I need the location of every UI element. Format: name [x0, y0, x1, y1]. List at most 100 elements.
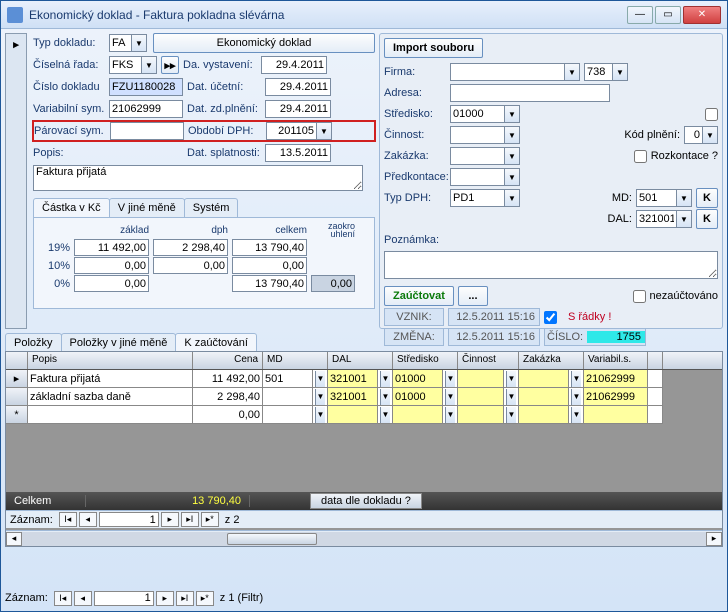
cell-varsym[interactable]	[584, 406, 648, 424]
zaklad-19[interactable]	[74, 239, 149, 256]
minimize-button[interactable]: —	[627, 6, 653, 24]
zaklad-0[interactable]	[74, 275, 149, 292]
nezauc-check[interactable]	[633, 290, 646, 303]
table-row[interactable]: ▸ Faktura přijatá 11 492,00 501▼ 321001▼…	[6, 370, 722, 388]
celkem-0[interactable]	[232, 275, 307, 292]
parsym-input[interactable]	[110, 122, 184, 140]
close-button[interactable]: ✕	[683, 6, 721, 24]
scroll-left-icon[interactable]: ◂	[6, 532, 22, 546]
chevron-down-icon[interactable]: ▼	[504, 127, 519, 143]
typdph-select[interactable]: ▼	[450, 189, 520, 207]
cell-cinn[interactable]	[458, 388, 504, 406]
zauctovat-button[interactable]: Zaúčtovat	[384, 286, 454, 306]
cell-dal-dd[interactable]: ▼	[378, 370, 393, 388]
zaokr[interactable]	[311, 275, 355, 292]
cell-zakaz[interactable]	[519, 388, 569, 406]
scroll-track[interactable]	[22, 532, 706, 546]
cell-cinn[interactable]	[458, 406, 504, 424]
chevron-down-icon[interactable]: ▼	[504, 148, 519, 164]
cell-dal[interactable]: 321001	[328, 370, 378, 388]
sradky-check[interactable]	[544, 311, 557, 324]
col-popis[interactable]: Popis	[28, 352, 193, 369]
cell-md[interactable]: 501	[263, 370, 313, 388]
col-cena[interactable]: Cena	[193, 352, 263, 369]
tab-polozky[interactable]: Položky	[5, 333, 62, 352]
cell-dal[interactable]	[328, 406, 378, 424]
cell-zakaz[interactable]	[519, 370, 569, 388]
cell-popis[interactable]: základní sazba daně	[28, 388, 193, 406]
stredisko-check[interactable]	[705, 108, 718, 121]
cell-zakaz[interactable]	[519, 406, 569, 424]
datzd-input[interactable]	[265, 100, 331, 118]
outer-nav-first[interactable]: I◂	[54, 591, 72, 606]
firma-select[interactable]: ▼	[450, 63, 580, 81]
outer-nav-last[interactable]: ▸I	[176, 591, 194, 606]
chevron-down-icon[interactable]: ▼	[504, 190, 519, 206]
chevron-down-icon[interactable]: ▼	[504, 169, 519, 185]
cell-cinn-dd[interactable]: ▼	[504, 406, 519, 424]
cisrada-select[interactable]: ▼	[109, 56, 157, 74]
cell-popis[interactable]	[28, 406, 193, 424]
kodpl-select[interactable]: ▼	[684, 126, 718, 144]
datspl-input[interactable]	[265, 144, 331, 162]
cell-md-dd[interactable]: ▼	[313, 370, 328, 388]
md-k-button[interactable]: K	[696, 188, 718, 208]
nav-last-button[interactable]: ▸I	[181, 512, 199, 527]
data-dle-dokladu-button[interactable]: data dle dokladu ?	[310, 493, 422, 509]
cell-cinn-dd[interactable]: ▼	[504, 370, 519, 388]
stredisko-select[interactable]: ▼	[450, 105, 520, 123]
cell-md-dd[interactable]: ▼	[313, 406, 328, 424]
zaklad-10[interactable]	[74, 257, 149, 274]
col-dal[interactable]: DAL	[328, 352, 393, 369]
obddph-select[interactable]: ▼	[266, 122, 332, 140]
col-stredisko[interactable]: Středisko	[393, 352, 458, 369]
chevron-down-icon[interactable]: ▼	[564, 64, 579, 80]
chevron-down-icon[interactable]: ▼	[504, 106, 519, 122]
col-zakazka[interactable]: Zakázka	[519, 352, 584, 369]
table-row[interactable]: základní sazba daně 2 298,40 ▼ 321001▼ 0…	[6, 388, 722, 406]
cell-cena[interactable]: 11 492,00	[193, 370, 263, 388]
cell-md[interactable]	[263, 388, 313, 406]
tab-castka-kc[interactable]: Částka v Kč	[33, 198, 110, 217]
maximize-button[interactable]: ▭	[655, 6, 681, 24]
dal-select[interactable]: ▼	[636, 210, 692, 228]
nav-next-button[interactable]: ▸	[161, 512, 179, 527]
cell-zakaz-dd[interactable]: ▼	[569, 388, 584, 406]
davyst-input[interactable]	[261, 56, 327, 74]
celkem-10[interactable]	[232, 257, 307, 274]
outer-nav-prev[interactable]: ◂	[74, 591, 92, 606]
poznamka-input[interactable]	[384, 251, 718, 279]
cell-varsym[interactable]: 21062999	[584, 388, 648, 406]
cell-dal-dd[interactable]: ▼	[378, 406, 393, 424]
row-selector[interactable]: ▸	[6, 370, 28, 388]
tab-polozky-jina-mena[interactable]: Položky v jiné měně	[61, 333, 177, 352]
dph-19[interactable]	[153, 239, 228, 256]
col-md[interactable]: MD	[263, 352, 328, 369]
chevron-down-icon[interactable]: ▼	[612, 64, 627, 80]
datucet-input[interactable]	[265, 78, 331, 96]
cell-zakaz-dd[interactable]: ▼	[569, 370, 584, 388]
firma-num-select[interactable]: ▼	[584, 63, 628, 81]
cell-varsym[interactable]: 21062999	[584, 370, 648, 388]
grid-h-scrollbar[interactable]: ◂ ▸	[6, 530, 722, 546]
rozkontace-check[interactable]	[634, 150, 647, 163]
row-selector[interactable]	[6, 388, 28, 406]
cell-stred-dd[interactable]: ▼	[443, 388, 458, 406]
nav-first-button[interactable]: I◂	[59, 512, 77, 527]
table-row[interactable]: * 0,00 ▼ ▼ ▼ ▼ ▼	[6, 406, 722, 424]
outer-nav-pos[interactable]	[94, 591, 154, 606]
next-record-button[interactable]: ▸▸	[161, 56, 179, 74]
tab-k-zauctovani[interactable]: K zaúčtování	[175, 333, 257, 352]
cislodok-input[interactable]	[109, 78, 183, 96]
row-selector[interactable]: *	[6, 406, 28, 424]
nav-prev-button[interactable]: ◂	[79, 512, 97, 527]
scroll-right-icon[interactable]: ▸	[706, 532, 722, 546]
zakazka-select[interactable]: ▼	[450, 147, 520, 165]
cell-stred[interactable]: 01000	[393, 388, 443, 406]
nav-pos-input[interactable]	[99, 512, 159, 527]
chevron-down-icon[interactable]: ▼	[316, 123, 331, 139]
scroll-thumb[interactable]	[227, 533, 317, 545]
adresa-input[interactable]	[450, 84, 610, 102]
predkontace-select[interactable]: ▼	[450, 168, 520, 186]
cell-dal[interactable]: 321001	[328, 388, 378, 406]
